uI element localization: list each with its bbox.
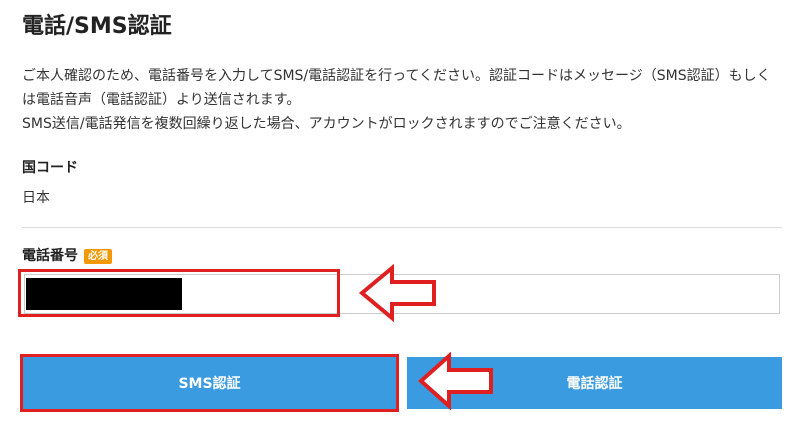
left-arrow-icon xyxy=(358,264,436,322)
description-line-2: SMS送信/電話発信を複数回繰り返した場合、アカウントがロックされますのでご注意… xyxy=(22,116,631,132)
description-line-1: ご本人確認のため、電話番号を入力してSMS/電話認証を行ってください。認証コード… xyxy=(22,68,771,108)
country-code-label: 国コード xyxy=(22,160,78,176)
page-title: 電話/SMS認証 xyxy=(22,14,172,39)
country-code-value: 日本 xyxy=(22,190,50,206)
section-divider xyxy=(22,227,782,228)
annotation-highlight-sms-button xyxy=(20,354,399,412)
phone-number-label-row: 電話番号 必須 xyxy=(22,246,112,266)
required-badge: 必須 xyxy=(84,248,112,264)
voice-auth-button-label: 電話認証 xyxy=(566,376,623,392)
page-description: ご本人確認のため、電話番号を入力してSMS/電話認証を行ってください。認証コード… xyxy=(22,64,782,136)
phone-number-label: 電話番号 xyxy=(22,248,78,264)
left-arrow-icon xyxy=(417,352,493,410)
annotation-highlight-phone-input xyxy=(18,269,340,317)
